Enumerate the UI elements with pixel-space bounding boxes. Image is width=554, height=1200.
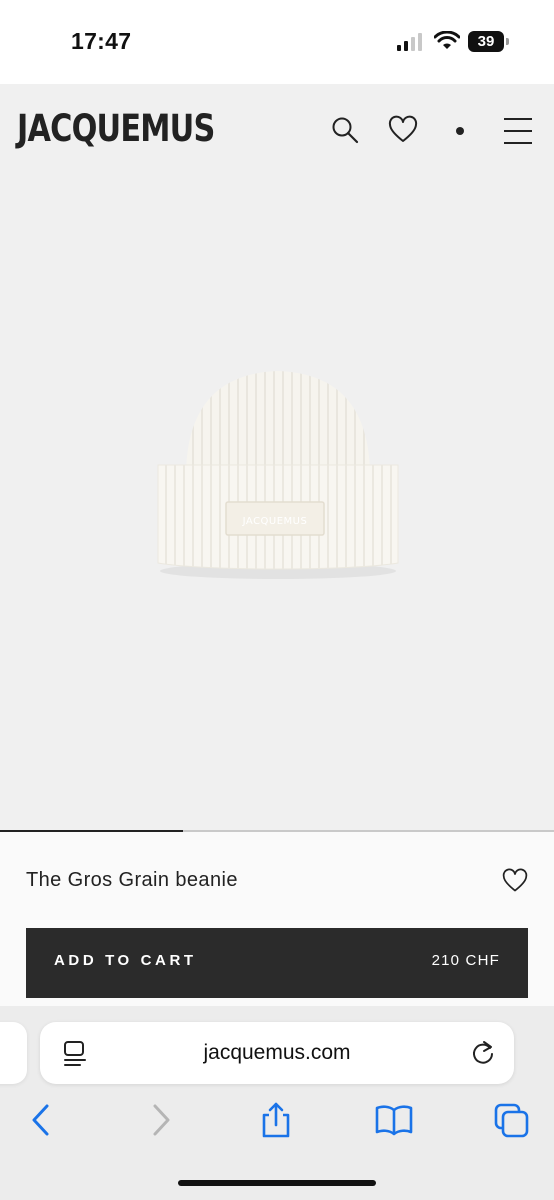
reload-icon[interactable] — [470, 1040, 496, 1066]
product-image[interactable]: JACQUEMUS — [150, 365, 406, 585]
product-name: The Gros Grain beanie — [26, 869, 238, 891]
hamburger-menu-icon[interactable] — [503, 115, 533, 145]
dot-icon[interactable] — [445, 115, 475, 145]
add-to-cart-button[interactable]: ADD TO CART 210 CHF — [26, 928, 528, 998]
product-image-gallery[interactable]: JACQUEMUS — [0, 180, 554, 833]
back-icon[interactable] — [22, 1102, 60, 1138]
previous-tab-peek[interactable] — [0, 1022, 27, 1084]
url-text[interactable]: jacquemus.com — [40, 1041, 514, 1065]
battery-percent: 39 — [477, 33, 495, 50]
heart-icon[interactable] — [388, 115, 418, 145]
add-to-cart-label: ADD TO CART — [54, 952, 197, 969]
wifi-icon — [434, 31, 460, 49]
site-header: JACQUEMUS — [0, 84, 554, 180]
forward-icon[interactable] — [142, 1102, 180, 1138]
browser-toolbar: jacquemus.com — [0, 1006, 554, 1200]
battery-indicator: 39 — [468, 31, 510, 52]
wishlist-heart-icon[interactable] — [502, 868, 528, 894]
share-icon[interactable] — [257, 1102, 295, 1138]
search-icon[interactable] — [330, 115, 360, 145]
home-indicator — [178, 1180, 376, 1186]
tabs-icon[interactable] — [493, 1102, 531, 1138]
address-bar[interactable]: jacquemus.com — [40, 1022, 514, 1084]
bookmarks-icon[interactable] — [375, 1102, 413, 1138]
cellular-signal-icon — [397, 33, 422, 51]
brand-logo[interactable]: JACQUEMUS — [17, 107, 215, 150]
product-price: 210 CHF — [431, 952, 500, 969]
product-info: The Gros Grain beanie ADD TO CART 210 CH… — [0, 832, 554, 1012]
patch-label: JACQUEMUS — [242, 516, 308, 527]
status-time: 17:47 — [71, 28, 132, 54]
status-bar: 17:47 39 — [0, 0, 554, 84]
